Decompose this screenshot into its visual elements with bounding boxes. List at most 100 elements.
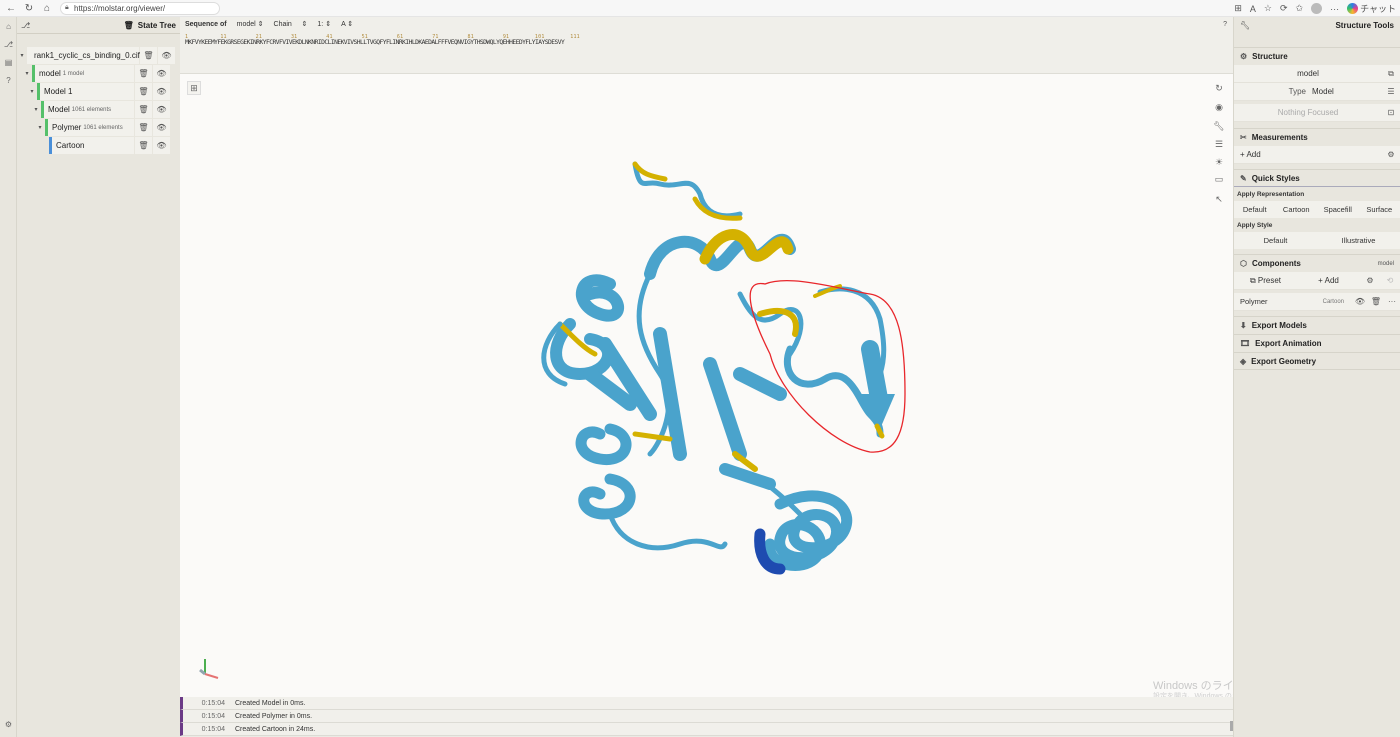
components-section-header[interactable]: ⬡ Components model bbox=[1234, 254, 1400, 272]
collapse-icon[interactable]: ▾ bbox=[27, 88, 37, 95]
entity-select[interactable]: model ⇕ bbox=[237, 20, 264, 28]
tree-node-label: Polymer bbox=[52, 123, 82, 132]
structure-tools-header: 🔧︎ Structure Tools bbox=[1234, 17, 1400, 34]
add-component-button[interactable]: + Add bbox=[1297, 276, 1360, 285]
profile-avatar[interactable] bbox=[1311, 3, 1323, 14]
visibility-eye-icon[interactable]: 👁︎ bbox=[158, 47, 175, 64]
add-measurement-button[interactable]: + Add bbox=[1234, 150, 1261, 159]
copy-icon[interactable]: ⧉ bbox=[1382, 69, 1400, 79]
back-icon[interactable]: ← bbox=[4, 1, 18, 15]
export-geometry-section[interactable]: ◈ Export Geometry bbox=[1234, 352, 1400, 370]
3d-viewport[interactable]: ⊞ ↻ ◉ 🔧︎ ☰ ☀ ▭ ↖ Windows のライセンス認証 bbox=[180, 74, 1343, 700]
visibility-eye-icon[interactable]: 👁︎ bbox=[153, 83, 170, 100]
delete-icon[interactable]: 🗑︎ bbox=[135, 137, 152, 154]
delete-icon[interactable]: 🗑︎ bbox=[135, 83, 152, 100]
delete-icon[interactable]: 🗑︎ bbox=[135, 101, 152, 118]
home-tab-icon[interactable]: ⌂ bbox=[0, 17, 17, 35]
log-entry: 0:15:04 Created Cartoon in 24ms. bbox=[180, 723, 1233, 736]
data-tab-icon[interactable]: ▤ bbox=[0, 53, 17, 71]
export-animation-section[interactable]: 🎞︎ Export Animation bbox=[1234, 334, 1400, 352]
structure-tools-title: Structure Tools bbox=[1335, 21, 1394, 30]
structure-icon: ⚙ bbox=[1240, 52, 1248, 61]
collapse-icon[interactable]: ▾ bbox=[17, 52, 27, 59]
visibility-eye-icon[interactable]: 👁︎ bbox=[153, 119, 170, 136]
preset-button[interactable]: ⧉ Preset bbox=[1234, 276, 1297, 286]
sequence-panel: Sequence of model ⇕ Chain ⇕ 1: ⇕ A ⇕ ? 1… bbox=[180, 17, 1233, 74]
log-time: 0:15:04 bbox=[201, 712, 225, 720]
trash-icon[interactable]: 🗑︎ bbox=[124, 21, 134, 30]
lock-icon: 🔒︎ bbox=[65, 4, 69, 11]
help-icon[interactable]: ? bbox=[1223, 21, 1227, 28]
help-tab-icon[interactable]: ? bbox=[0, 71, 17, 89]
tree-node-cartoon[interactable]: Cartoon 🗑︎ 👁︎ bbox=[49, 137, 170, 154]
mode-select[interactable]: Chain ⇕ bbox=[274, 20, 308, 28]
address-bar[interactable]: 🔒︎ https://molstar.org/viewer/ bbox=[60, 1, 220, 15]
chain-index-select[interactable]: 1: ⇕ bbox=[317, 20, 331, 28]
structure-section-header[interactable]: ⚙ Structure bbox=[1234, 47, 1400, 65]
representation-buttons: Default Cartoon Spacefill Surface bbox=[1234, 201, 1400, 218]
tree-icon: ⎇ bbox=[21, 20, 31, 30]
more-icon[interactable]: ··· bbox=[1330, 4, 1339, 14]
visibility-eye-icon[interactable]: 👁︎ bbox=[153, 137, 170, 154]
brush-icon: ✎ bbox=[1240, 173, 1247, 183]
log-entry: 0:15:04 Created Polymer in 0ms. bbox=[180, 710, 1233, 723]
favorite-icon[interactable]: ☆ bbox=[1264, 3, 1272, 14]
translate-icon[interactable]: A bbox=[1250, 4, 1256, 14]
visibility-eye-icon[interactable]: 👁︎ bbox=[153, 101, 170, 118]
component-options-icon[interactable]: ⚙ bbox=[1360, 276, 1380, 285]
collapse-icon[interactable]: ▾ bbox=[31, 106, 41, 113]
measurements-section-header[interactable]: ✂ Measurements bbox=[1234, 128, 1400, 146]
copilot-icon bbox=[1347, 3, 1359, 14]
style-default-button[interactable]: Default bbox=[1234, 232, 1317, 249]
options-icon[interactable]: ☰ bbox=[1382, 87, 1400, 96]
home-icon[interactable]: ⌂ bbox=[40, 1, 54, 15]
structure-model-select[interactable]: model ⧉ bbox=[1234, 65, 1400, 83]
tree-node-model-structure[interactable]: ▾ Model 1061 elements 🗑︎ 👁︎ bbox=[31, 101, 170, 118]
favorites-bar-icon[interactable]: ✩ bbox=[1296, 3, 1304, 14]
state-tree-header: ⎇ 🗑︎ State Tree bbox=[17, 17, 180, 34]
reload-icon[interactable]: ↻ bbox=[22, 1, 36, 15]
focus-icon[interactable]: ⊡ bbox=[1382, 108, 1400, 117]
style-illustrative-button[interactable]: Illustrative bbox=[1317, 232, 1400, 249]
component-polymer-row[interactable]: Polymer Cartoon 👁︎ 🗑︎ ··· bbox=[1234, 293, 1400, 311]
chain-id-select[interactable]: A ⇕ bbox=[341, 20, 353, 28]
delete-icon[interactable]: 🗑︎ bbox=[135, 65, 152, 82]
apply-representation-label: Apply Representation bbox=[1237, 190, 1305, 198]
tree-node-model[interactable]: ▾ model 1 model 🗑︎ 👁︎ bbox=[22, 65, 170, 82]
visibility-eye-icon[interactable]: 👁︎ bbox=[1352, 297, 1368, 306]
focus-select[interactable]: Nothing Focused ⊡ bbox=[1234, 104, 1400, 122]
sequence-residues[interactable]: MKFVYKEEMYFEKGRSEGEKINRKYFCRVFVIVEKDLNKN… bbox=[185, 39, 565, 46]
extensions-icon[interactable]: ⟳ bbox=[1280, 3, 1288, 14]
left-icon-strip: ⌂ ⎇ ▤ ? ⚙ bbox=[0, 17, 17, 737]
repr-spacefill-button[interactable]: Spacefill bbox=[1317, 201, 1359, 218]
delete-icon[interactable]: 🗑︎ bbox=[140, 47, 157, 64]
axes-gizmo bbox=[199, 659, 219, 679]
repr-cartoon-button[interactable]: Cartoon bbox=[1276, 201, 1318, 218]
measurement-options-icon[interactable]: ⚙ bbox=[1382, 150, 1400, 159]
state-tree-tab-icon[interactable]: ⎇ bbox=[0, 35, 17, 53]
settings-icon[interactable]: ⚙ bbox=[0, 715, 17, 733]
export-models-section[interactable]: ⬇ Export Models bbox=[1234, 316, 1400, 334]
delete-icon[interactable]: 🗑︎ bbox=[1368, 297, 1384, 306]
type-select[interactable]: Type Model ☰ bbox=[1234, 83, 1400, 101]
tree-node-file[interactable]: ▾ rank1_cyclic_cs_binding_0.cif 🗑︎ 👁︎ bbox=[17, 47, 175, 64]
visibility-eye-icon[interactable]: 👁︎ bbox=[153, 65, 170, 82]
geometry-icon: ◈ bbox=[1240, 356, 1247, 366]
log-time: 0:15:04 bbox=[201, 725, 225, 733]
tree-node-polymer[interactable]: ▾ Polymer 1061 elements 🗑︎ 👁︎ bbox=[35, 119, 170, 136]
more-options-icon[interactable]: ··· bbox=[1384, 297, 1400, 306]
collapse-icon[interactable]: ▾ bbox=[35, 124, 45, 131]
chat-button[interactable]: チャット bbox=[1347, 2, 1396, 15]
collapse-icon[interactable]: ▾ bbox=[22, 70, 32, 77]
quick-styles-section-header[interactable]: ✎ Quick Styles bbox=[1234, 169, 1400, 187]
scrollbar-handle[interactable] bbox=[1230, 721, 1233, 731]
repr-default-button[interactable]: Default bbox=[1234, 201, 1276, 218]
wrench-icon: 🔧︎ bbox=[1240, 21, 1251, 30]
delete-icon[interactable]: 🗑︎ bbox=[135, 119, 152, 136]
tree-node-sub: 1 model bbox=[62, 70, 85, 77]
repr-surface-button[interactable]: Surface bbox=[1359, 201, 1400, 218]
grid-icon[interactable]: ⊞ bbox=[1234, 3, 1242, 14]
undo-icon[interactable]: ⟲ bbox=[1380, 276, 1400, 285]
components-actions: ⧉ Preset + Add ⚙ ⟲ bbox=[1234, 272, 1400, 290]
tree-node-model-1[interactable]: ▾ Model 1 🗑︎ 👁︎ bbox=[27, 83, 170, 100]
